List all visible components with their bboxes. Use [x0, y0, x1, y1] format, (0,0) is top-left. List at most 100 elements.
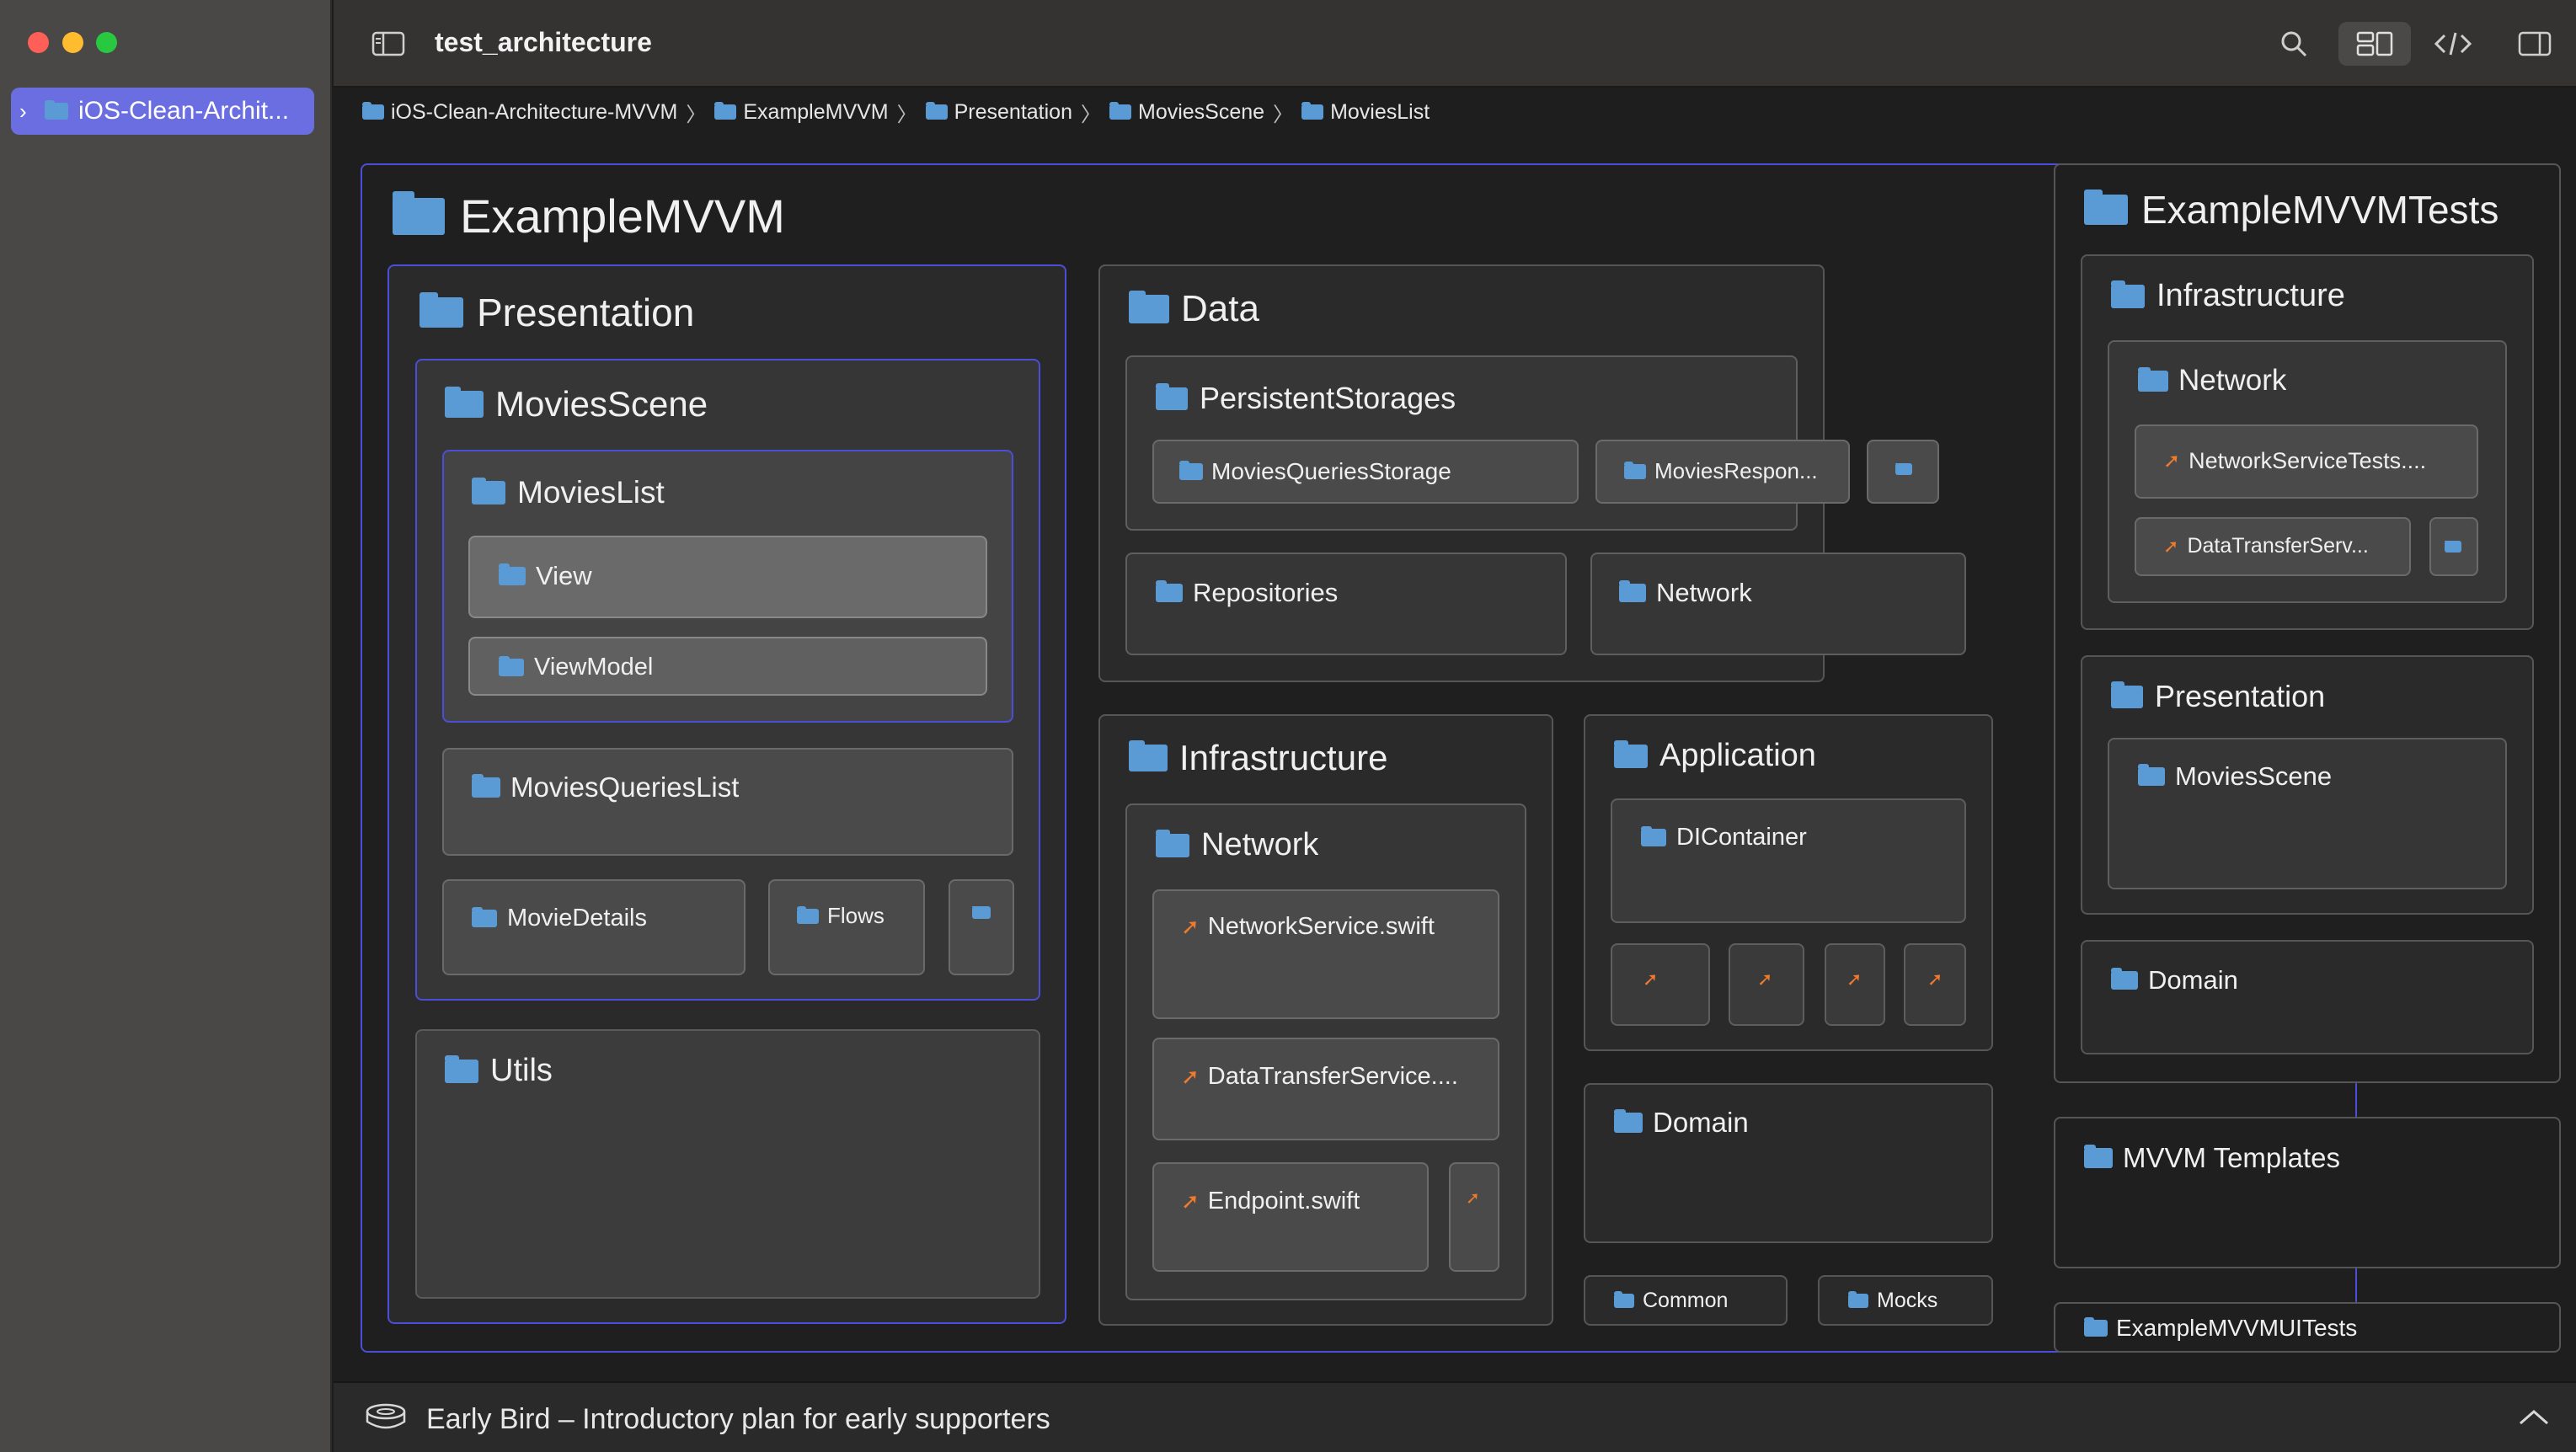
- folder-icon: [499, 563, 526, 585]
- folder-collapsed[interactable]: [949, 879, 1014, 975]
- folder-tests-movies-scene-label: MoviesScene: [2138, 761, 2332, 792]
- chevron-right-icon: 〉: [896, 103, 917, 126]
- folder-application-label: Application: [1614, 738, 1816, 774]
- chevron-right-icon: 〉: [1081, 103, 1101, 126]
- folder-movies-scene-label: MoviesScene: [445, 384, 708, 424]
- swift-file-icon: ➚: [1927, 969, 1943, 990]
- folder-icon: [1179, 460, 1203, 480]
- minimize-window-button[interactable]: [62, 32, 83, 53]
- swift-file-icon: ➚: [1181, 1064, 1200, 1089]
- code-icon[interactable]: [2429, 22, 2477, 66]
- file-network-service[interactable]: [1152, 889, 1499, 1019]
- folder-icon: [972, 906, 991, 919]
- file-swift-label: ➚: [1643, 969, 1658, 990]
- folder-icon: [1129, 739, 1168, 771]
- folder-mvvm-templates-label: MVVM Templates: [2084, 1142, 2340, 1174]
- folder-icon: [1619, 580, 1646, 602]
- folder-movies-queries-storage-label: MoviesQueriesStorage: [1179, 458, 1451, 485]
- folder-utils-label: Utils: [445, 1053, 553, 1089]
- inspector-toggle-icon[interactable]: [2515, 22, 2554, 66]
- folder-infra-network-label: Network: [1156, 827, 1318, 863]
- swift-file-icon: ➚: [1181, 914, 1200, 939]
- folder-tests-domain[interactable]: [2081, 940, 2534, 1054]
- folder-example-mvvm-tests-label: ExampleMVVMTests: [2084, 187, 2499, 232]
- folder-persistent-storages-label: PersistentStorages: [1156, 381, 1456, 416]
- folder-icon: [797, 905, 819, 924]
- folder-icon: [1614, 1291, 1634, 1308]
- file-swift-label: ➚: [1757, 969, 1772, 990]
- folder-icon: [499, 655, 524, 676]
- folder-data-network-label: Network: [1619, 578, 1752, 608]
- folder-mvvm-templates[interactable]: [2054, 1117, 2561, 1268]
- close-window-button[interactable]: [28, 32, 49, 53]
- breadcrumb: iOS-Clean-Architecture-MVVM 〉 ExampleMVV…: [334, 89, 2576, 135]
- folder-icon: [393, 191, 445, 235]
- file-network-service-label: ➚ NetworkService.swift: [1181, 913, 1435, 940]
- chevron-up-icon[interactable]: [2517, 1405, 2551, 1434]
- diagram-view-icon[interactable]: [2338, 22, 2411, 66]
- folder-repositories-label: Repositories: [1156, 578, 1338, 608]
- toolbar: test_architecture: [334, 0, 2576, 88]
- sidebar-item-label: iOS-Clean-Archit...: [78, 97, 290, 125]
- folder-di-container-label: DIContainer: [1641, 824, 1807, 851]
- folder-icon: [362, 102, 384, 120]
- folder-icon: [2111, 681, 2143, 708]
- breadcrumb-item[interactable]: ExampleMVVM: [714, 100, 889, 125]
- folder-icon: [1156, 830, 1189, 857]
- file-data-transfer-service-label: ➚ DataTransferService....: [1181, 1063, 1458, 1090]
- folder-common-label: Common: [1614, 1289, 1728, 1313]
- folder-collapsed-label: [1895, 463, 1912, 475]
- folder-icon: [2138, 366, 2168, 392]
- chevron-right-icon[interactable]: ›: [19, 99, 41, 125]
- folder-icon: [2084, 1145, 2113, 1168]
- file-data-transfer-service-tests-label: ➚ DataTransferServ...: [2163, 534, 2369, 558]
- file-swift-label: ➚: [1846, 969, 1862, 990]
- folder-tests-movies-scene[interactable]: [2108, 738, 2507, 889]
- file-swift[interactable]: [1611, 943, 1710, 1026]
- swift-file-icon: ➚: [1466, 1189, 1480, 1208]
- folder-icon: [472, 774, 500, 798]
- folder-view-model-label: ViewModel: [499, 654, 653, 681]
- swift-file-icon: ➚: [2163, 450, 2181, 472]
- file-endpoint[interactable]: [1152, 1162, 1429, 1272]
- folder-icon: [1614, 1109, 1643, 1133]
- folder-movies-responses-label: MoviesRespon...: [1624, 458, 1826, 484]
- file-collapsed[interactable]: [1449, 1162, 1499, 1272]
- folder-icon: [445, 1055, 478, 1083]
- folder-icon: [1129, 290, 1169, 323]
- folder-icon: [472, 906, 497, 927]
- swift-file-icon: ➚: [1181, 1188, 1200, 1214]
- window-title: test_architecture: [435, 27, 652, 57]
- search-icon[interactable]: [2274, 22, 2313, 66]
- folder-icon: [1156, 580, 1183, 602]
- folder-domain-label: Domain: [1614, 1107, 1749, 1139]
- promo-bar[interactable]: Early Bird – Introductory plan for early…: [334, 1381, 2576, 1452]
- sidebar: › iOS-Clean-Archit...: [0, 0, 332, 1452]
- breadcrumb-item[interactable]: iOS-Clean-Architecture-MVVM: [362, 100, 677, 125]
- breadcrumb-item[interactable]: MoviesScene: [1109, 100, 1264, 125]
- sidebar-item-project[interactable]: › iOS-Clean-Archit...: [11, 88, 314, 135]
- folder-icon: [1156, 383, 1188, 410]
- sidebar-toggle-icon[interactable]: [369, 22, 408, 66]
- folder-icon: [925, 102, 948, 120]
- folder-icon: [1614, 740, 1648, 768]
- folder-tests-domain-label: Domain: [2111, 965, 2238, 996]
- folder-icon: [2111, 280, 2145, 308]
- breadcrumb-item[interactable]: Presentation: [925, 100, 1072, 125]
- folder-presentation-label: Presentation: [420, 290, 694, 335]
- breadcrumb-item[interactable]: MoviesList: [1301, 100, 1430, 125]
- file-endpoint-label: ➚ Endpoint.swift: [1181, 1188, 1360, 1214]
- swift-file-icon: ➚: [1643, 969, 1659, 990]
- promo-text: Early Bird – Introductory plan for early…: [426, 1403, 1050, 1435]
- folder-ui-tests-label: ExampleMVVMUITests: [2084, 1315, 2357, 1342]
- folder-di-container[interactable]: [1611, 798, 1966, 923]
- folder-icon: [445, 386, 484, 418]
- folder-infrastructure-label: Infrastructure: [1129, 738, 1387, 778]
- folder-icon: [1641, 825, 1666, 846]
- folder-collapsed-label: [2445, 541, 2461, 553]
- zoom-window-button[interactable]: [96, 32, 117, 53]
- file-network-service-tests-label: ➚ NetworkServiceTests....: [2163, 448, 2427, 473]
- folder-icon: [420, 292, 463, 328]
- folder-tests-infrastructure-label: Infrastructure: [2111, 278, 2345, 314]
- folder-collapsed-label: [972, 906, 991, 919]
